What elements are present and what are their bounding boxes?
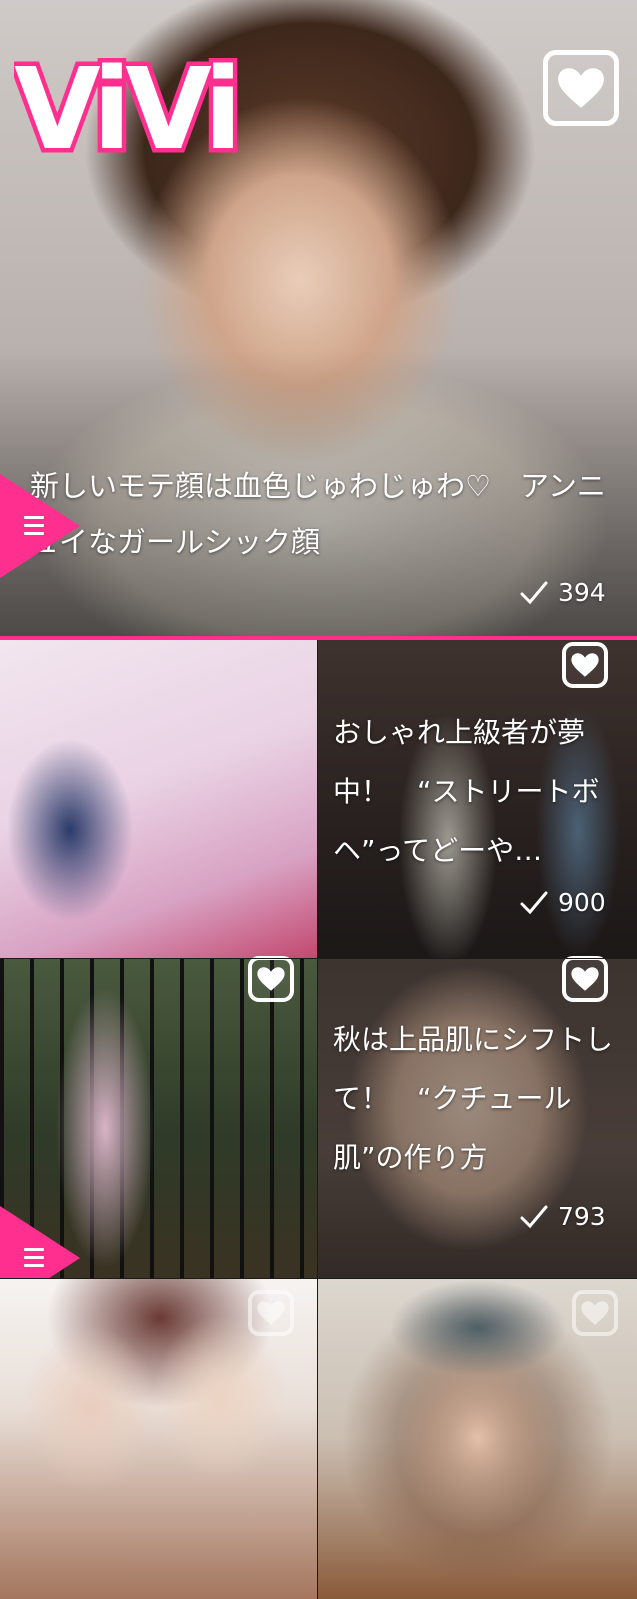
grid-divider [317, 640, 318, 1599]
card-3-favorite-button[interactable] [248, 956, 294, 1002]
heart-icon [571, 653, 599, 677]
hero-favorite-button[interactable] [543, 50, 619, 126]
article-card-1[interactable] [0, 640, 318, 958]
card-4-count-value: 793 [558, 1202, 606, 1231]
vivi-logo[interactable]: ViVi [14, 30, 266, 167]
heart-icon [257, 1301, 285, 1325]
app-screen: ViVi 新しいモテ顔は血色じゅわじゅわ♡ アンニュイなガールシック顔 394 … [0, 0, 637, 1599]
card-4-title[interactable]: 秋は上品肌にシフトして！ “クチュール肌”の作り方 [333, 1010, 618, 1187]
card-2-favorite-button[interactable] [562, 642, 608, 688]
check-icon [520, 581, 548, 604]
grid-divider [0, 1278, 637, 1279]
hamburger-menu-icon [24, 516, 44, 540]
hero-read-count: 394 [520, 578, 606, 607]
hero-count-value: 394 [558, 578, 606, 607]
check-icon [520, 1205, 548, 1228]
card-6-favorite-button[interactable] [572, 1290, 618, 1336]
card-5-favorite-button[interactable] [248, 1290, 294, 1336]
heart-icon [558, 68, 604, 108]
card-4-favorite-button[interactable] [562, 956, 608, 1002]
hero-title[interactable]: 新しいモテ顔は血色じゅわじゅわ♡ アンニュイなガールシック顔 [30, 458, 610, 570]
grid-divider [0, 958, 637, 959]
heart-icon [571, 967, 599, 991]
card-2-read-count: 900 [520, 888, 606, 917]
logo-text: ViVi [14, 45, 236, 166]
check-icon [520, 891, 548, 914]
menu-button[interactable] [0, 474, 80, 578]
heart-icon [257, 967, 285, 991]
heart-icon [581, 1301, 609, 1325]
card-4-read-count: 793 [520, 1202, 606, 1231]
card-2-count-value: 900 [558, 888, 606, 917]
card-2-title[interactable]: おしゃれ上級者が夢中！ “ストリートボヘ”ってどーや… [333, 703, 618, 880]
hamburger-menu-icon [24, 1248, 44, 1272]
